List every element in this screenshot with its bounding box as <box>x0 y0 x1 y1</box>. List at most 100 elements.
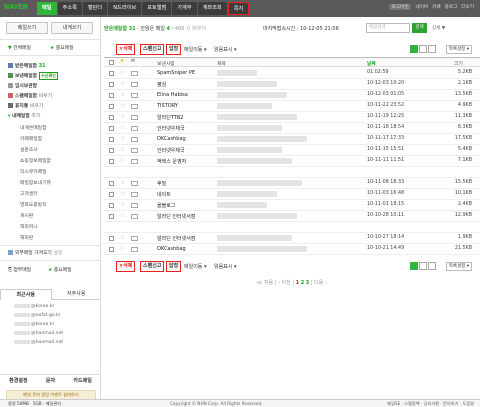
sender-cell[interactable]: 네이트 <box>157 191 171 198</box>
first-page-link[interactable]: ≪ 처음 <box>257 280 273 286</box>
prev-page-link[interactable]: ‹ 이전 <box>278 280 291 286</box>
subject-cell[interactable] <box>217 213 297 219</box>
cafe-link[interactable]: 카페 <box>432 4 440 10</box>
subfolder-item[interactable]: 내게쓴메일함 <box>20 124 46 131</box>
more-link[interactable]: 더보기 <box>461 4 474 10</box>
move-mail-dropdown-bottom[interactable]: 메일이동 ▾ <box>184 263 207 270</box>
delete-button-bottom[interactable]: ×삭제 <box>116 261 136 272</box>
blog-link[interactable]: 블로그 <box>445 4 458 10</box>
table-row[interactable]: ☆ 알라딘 인터넷서점 10-10-28 10:11 12.9KB <box>104 211 480 222</box>
subject-cell[interactable] <box>217 114 297 120</box>
all-mail-link[interactable]: ▼ 전체메일 <box>8 44 31 51</box>
subfolder-item[interactable]: 익스뷰카페일 <box>20 168 46 175</box>
sender-cell[interactable]: 올블로그 <box>157 202 175 209</box>
table-row[interactable]: ☆ 후밀 10-11-08 18:33 15.5KB <box>104 178 480 189</box>
subfolder-item[interactable]: 고객센터 <box>20 190 38 197</box>
folder-my-mailboxes[interactable]: ▾ 내메일함 추가 <box>8 112 40 119</box>
row-checkbox[interactable] <box>109 203 114 208</box>
read-receipt-badge[interactable]: 수신확인 <box>39 72 58 80</box>
table-row[interactable]: ☆ 인터넷우체국 10-11-18 18:54 8.3KB <box>104 123 480 134</box>
page-3[interactable]: 3 <box>306 280 309 286</box>
star-icon[interactable]: ☆ <box>120 201 125 208</box>
folder-inbox[interactable]: 받은메일함 31 <box>8 62 45 69</box>
tab-account-inquiry[interactable]: 계좌조회 <box>197 2 227 15</box>
contact-item[interactable]: @hanmail.net <box>14 331 63 336</box>
split-view-icon[interactable] <box>419 262 427 270</box>
date-column-header[interactable]: 날짜 <box>367 60 376 67</box>
table-row[interactable] <box>104 167 480 178</box>
table-row[interactable]: ☆ 올블로그 10-11-01 18:15 2.4KB <box>104 200 480 211</box>
external-mail-link[interactable]: 외부메일 가져오기 설정 <box>8 249 62 256</box>
star-icon[interactable]: ☆ <box>120 91 125 98</box>
subfolder-item[interactable]: 쇼핑정보메일함 <box>20 157 51 164</box>
star-icon[interactable]: ☆ <box>120 102 125 109</box>
row-checkbox[interactable] <box>109 236 114 241</box>
sender-cell[interactable]: TISTORY <box>157 103 178 109</box>
star-icon[interactable]: ☆ <box>120 113 125 120</box>
star-icon[interactable]: ☆ <box>120 190 125 197</box>
row-checkbox[interactable] <box>109 82 114 87</box>
preview-view-icon[interactable] <box>428 45 436 53</box>
star-icon[interactable]: ☆ <box>120 179 125 186</box>
table-row[interactable]: ☆ OKCashbag 10-10-21 14:49 21.5KB <box>104 244 480 255</box>
subject-cell[interactable] <box>217 70 257 76</box>
table-row[interactable]: ☆ 평심 10-12-03 10:20 2.1KB <box>104 79 480 90</box>
report-spam-button-bottom[interactable]: 스팸신고 <box>140 261 165 272</box>
tab-ndrive[interactable]: N드라이브 <box>108 2 142 15</box>
attachment-mail-link[interactable]: ⎘ 첨부메일 <box>8 266 31 273</box>
star-icon[interactable]: ☆ <box>120 69 125 76</box>
subfolder-item[interactable]: 게시판 <box>20 212 33 219</box>
tab-contacts[interactable]: 주소록 <box>57 2 82 15</box>
sender-cell[interactable]: 평심 <box>157 81 166 88</box>
sender-cell[interactable]: 인터넷우체국 <box>157 147 185 154</box>
table-row[interactable] <box>104 222 480 233</box>
subject-cell[interactable] <box>217 180 302 186</box>
row-checkbox[interactable] <box>109 148 114 153</box>
row-checkbox[interactable] <box>109 192 114 197</box>
naver-logo[interactable]: NAVER <box>4 4 28 11</box>
subfolder-item[interactable]: 카페메일함 <box>20 135 42 142</box>
reply-button-bottom[interactable]: 답장 <box>166 261 182 272</box>
row-checkbox[interactable] <box>109 115 114 120</box>
next-page-link[interactable]: 다음 › <box>314 280 327 286</box>
subfolder-item[interactable]: 해외판 <box>20 234 33 241</box>
subject-cell[interactable] <box>217 103 272 109</box>
sender-cell[interactable]: OKCashbag <box>157 246 186 252</box>
table-row[interactable]: ☆ TISTORY 10-11-22 23:52 4.9KB <box>104 101 480 112</box>
folder-drafts[interactable]: 임시보관함 <box>8 82 37 89</box>
subfolder-item[interactable]: 설문조사 <box>20 146 38 153</box>
sms-link[interactable]: 문자 <box>46 375 55 386</box>
sender-cell[interactable]: SpamSniper PE <box>157 70 195 76</box>
settings-link[interactable]: 환경설정 <box>9 375 27 386</box>
mark-read-dropdown-bottom[interactable]: 읽음표시 ▾ <box>214 263 237 270</box>
naver-link[interactable]: 네이버 <box>415 4 428 10</box>
search-button[interactable]: 검색 <box>412 23 427 33</box>
table-row[interactable]: ☆ 네이트 10-11-03 16:48 10.1KB <box>104 189 480 200</box>
card-mail-link[interactable]: 카드메일 <box>73 375 91 386</box>
sender-cell[interactable]: Elina Habisa <box>157 92 188 98</box>
reply-button[interactable]: 답장 <box>166 44 182 55</box>
subject-cell[interactable] <box>217 81 277 87</box>
subject-cell[interactable] <box>217 136 307 142</box>
table-row[interactable]: ☆ 알라딘 인터넷서점 10-10-27 18:14 1.9KB <box>104 233 480 244</box>
delete-button[interactable]: ×삭제 <box>116 44 136 55</box>
star-icon[interactable]: ☆ <box>120 234 125 241</box>
tab-calendar[interactable]: 캘린더 <box>82 2 108 15</box>
sender-column-header[interactable]: 보낸사람 <box>157 60 175 67</box>
row-checkbox[interactable] <box>109 181 114 186</box>
sender-cell[interactable]: 알라딘 인터넷서점 <box>157 213 195 220</box>
sender-cell[interactable]: 액택스 운영자 <box>157 158 186 165</box>
tab-mail[interactable]: 메일 <box>37 2 57 15</box>
contact-item[interactable]: @korea.kr <box>14 304 54 309</box>
subject-cell[interactable] <box>217 202 267 208</box>
tab-frequent[interactable]: 자주사용 <box>51 289 101 300</box>
contact-item[interactable]: @nofat.go.kr <box>14 313 61 318</box>
subject-cell[interactable] <box>217 92 287 98</box>
subject-cell[interactable] <box>217 125 282 131</box>
subject-column-header[interactable]: 제목 <box>217 60 226 67</box>
subject-cell[interactable] <box>217 246 307 252</box>
split-view-icon[interactable] <box>419 45 427 53</box>
folder-spam[interactable]: 스팸메일함 비우기 <box>8 92 52 99</box>
subject-cell[interactable] <box>217 191 277 197</box>
star-icon[interactable]: ☆ <box>120 212 125 219</box>
